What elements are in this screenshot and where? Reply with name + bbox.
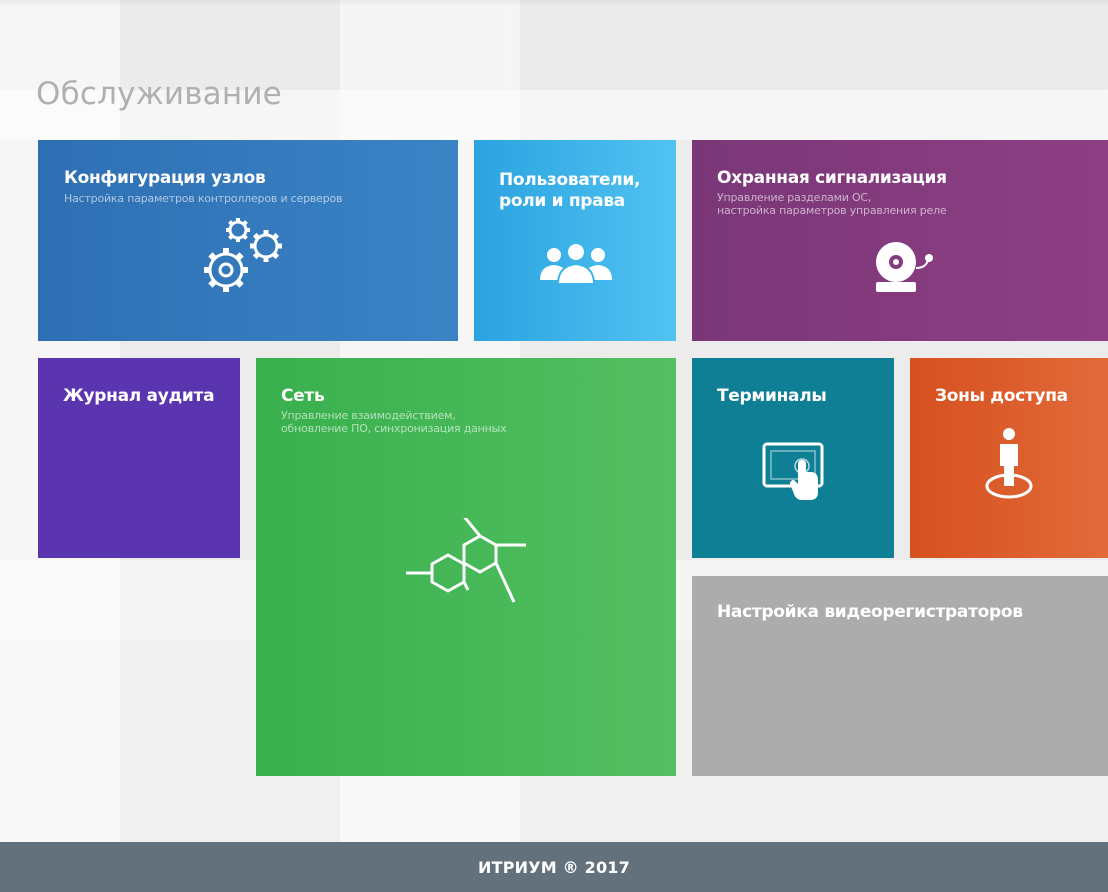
touch-terminal-icon (762, 442, 824, 500)
tile-users-roles[interactable]: Пользователи, роли и права (474, 140, 676, 341)
footer-copyright: ИТРИУМ ® 2017 (0, 842, 1108, 892)
tile-title: Охранная сигнализация (717, 168, 947, 188)
alarm-bell-icon (876, 242, 933, 292)
tile-title: Настройка видеорегистраторов (717, 602, 1023, 622)
tile-title: Сеть (281, 386, 325, 406)
tile-access-zones[interactable]: Зоны доступа (910, 358, 1108, 558)
tile-subtitle-line2: обновление ПО, синхронизация данных (281, 422, 507, 435)
tile-title: Терминалы (717, 386, 827, 406)
network-molecule-icon (406, 518, 526, 603)
tile-subtitle-line2: настройка параметров управления реле (717, 204, 947, 217)
tile-node-configuration[interactable]: Конфигурация узлов Настройка параметров … (38, 140, 458, 341)
tile-title-line2: роли и права (499, 191, 625, 211)
tile-network[interactable]: Сеть Управление взаимодействием, обновле… (256, 358, 676, 776)
tile-terminals[interactable]: Терминалы (692, 358, 894, 558)
tile-title: Журнал аудита (63, 386, 215, 406)
page-title: Обслуживание (36, 76, 282, 112)
tile-title: Зоны доступа (935, 386, 1068, 406)
users-icon (540, 242, 612, 285)
tile-title-line1: Пользователи, (499, 170, 641, 190)
tile-audit-log[interactable]: Журнал аудита (38, 358, 240, 558)
tile-dvr-settings[interactable]: Настройка видеорегистраторов (692, 576, 1108, 776)
person-zone-icon (985, 428, 1033, 499)
tile-subtitle: Настройка параметров контроллеров и серв… (64, 192, 343, 205)
tile-subtitle-line1: Управление разделами ОС, (717, 191, 872, 204)
gears-icon (204, 218, 282, 292)
top-shadow (0, 0, 1108, 6)
tile-security-alarm[interactable]: Охранная сигнализация Управление раздела… (692, 140, 1108, 341)
tile-subtitle-line1: Управление взаимодействием, (281, 409, 456, 422)
tile-title: Конфигурация узлов (64, 168, 266, 188)
